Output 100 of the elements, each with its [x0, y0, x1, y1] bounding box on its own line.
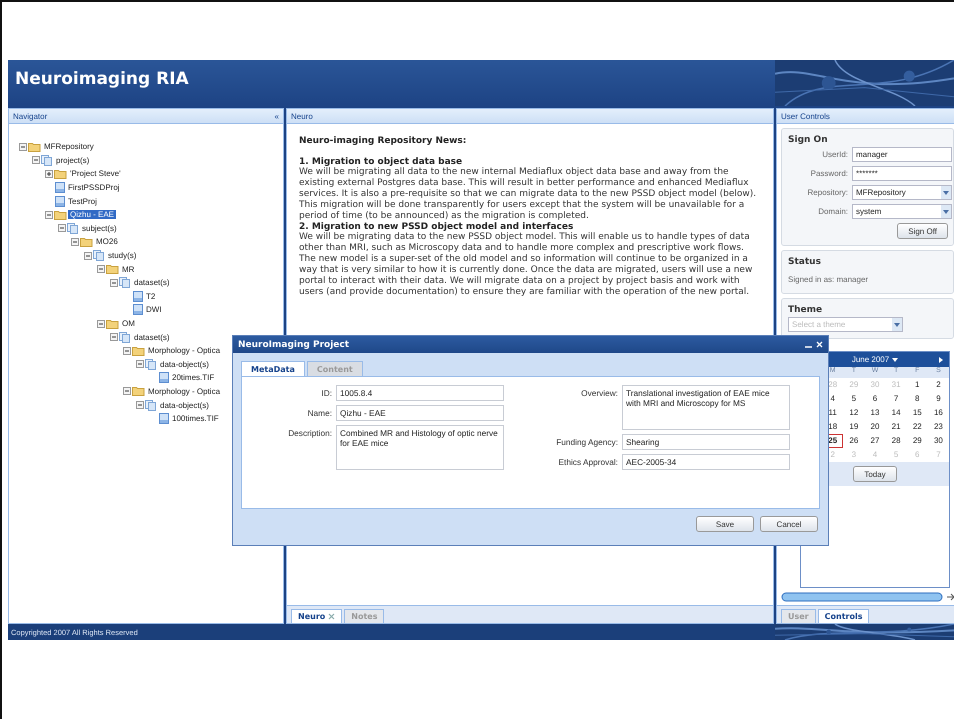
- month-picker[interactable]: June 2007: [852, 355, 890, 364]
- dropdown-icon[interactable]: [892, 358, 898, 362]
- calendar-day[interactable]: 27: [864, 434, 886, 448]
- tab[interactable]: Controls: [818, 609, 870, 623]
- calendar-day[interactable]: 6: [864, 392, 886, 406]
- tree-item[interactable]: dataset(s): [132, 332, 172, 342]
- tab[interactable]: Neuro: [291, 609, 342, 623]
- tree-item[interactable]: T2: [144, 292, 158, 301]
- document-icon: [55, 196, 65, 207]
- tree-item[interactable]: TestProj: [66, 196, 99, 206]
- tree-item[interactable]: dataset(s): [132, 278, 172, 288]
- tree-item[interactable]: MO26: [94, 237, 120, 246]
- calendar-day[interactable]: 29: [906, 434, 928, 448]
- section-title: Sign On: [788, 135, 829, 145]
- collapse-icon[interactable]: [136, 360, 144, 368]
- scroll-bar[interactable]: [781, 592, 954, 602]
- input-field[interactable]: AEC-2005-34: [622, 454, 790, 470]
- calendar-day[interactable]: 30: [928, 434, 949, 448]
- tree-item[interactable]: OM: [120, 319, 137, 328]
- tree-item[interactable]: 20times.TIF: [170, 373, 216, 382]
- calendar-day[interactable]: 16: [928, 406, 949, 420]
- documents-icon: [119, 277, 131, 288]
- collapse-icon[interactable]: [123, 387, 131, 396]
- sign-off-button[interactable]: Sign Off: [897, 223, 948, 239]
- calendar-day[interactable]: 26: [843, 434, 864, 448]
- collapse-icon[interactable]: [123, 346, 131, 355]
- tree-item[interactable]: subject(s): [80, 224, 119, 233]
- folder-icon: [106, 264, 119, 274]
- tree-item[interactable]: DWI: [144, 305, 164, 314]
- calendar-day[interactable]: 9: [928, 392, 949, 406]
- calendar-day[interactable]: 1: [906, 378, 928, 392]
- collapse-icon[interactable]: [136, 401, 144, 410]
- tree-item[interactable]: study(s): [106, 251, 138, 260]
- input-field[interactable]: 1005.8.4: [336, 385, 504, 401]
- calendar-day[interactable]: 2: [928, 378, 949, 392]
- folder-icon: [80, 236, 93, 247]
- documents-icon: [145, 358, 157, 370]
- field-label: Name:: [306, 407, 332, 420]
- panel-title: User Controls: [781, 112, 830, 120]
- input-field[interactable]: manager: [852, 147, 952, 162]
- field-label: Overview:: [580, 387, 618, 400]
- input-field[interactable]: Shearing: [622, 434, 790, 450]
- tree-item[interactable]: Morphology - Optica: [146, 346, 222, 356]
- input-field[interactable]: Qizhu - EAE: [336, 405, 504, 421]
- collapse-icon[interactable]: [45, 210, 53, 219]
- status-text: Signed in as: manager: [788, 275, 868, 284]
- select-field[interactable]: system: [852, 204, 952, 219]
- calendar-day[interactable]: 8: [906, 392, 928, 406]
- collapse-icon[interactable]: [71, 238, 79, 246]
- panel-title: Navigator: [13, 112, 48, 120]
- tree-item[interactable]: MFRepository: [42, 142, 96, 152]
- field-label: Funding Agency:: [555, 436, 618, 449]
- collapse-button[interactable]: «: [274, 112, 279, 120]
- news-subheading: 2. Migration to new PSSD object model and interfaces: [299, 222, 574, 232]
- field-label: UserId:: [821, 150, 848, 159]
- text-area[interactable]: Combined MR and Histology of optic nerve for EAE mice: [336, 425, 504, 470]
- dropdown-icon: [943, 190, 949, 194]
- today-button[interactable]: Today: [853, 466, 897, 482]
- tree-item[interactable]: data-object(s): [158, 360, 211, 369]
- tree-item[interactable]: Morphology - Optica: [146, 386, 222, 396]
- input-field[interactable]: *******: [852, 166, 952, 181]
- collapse-icon[interactable]: [84, 252, 92, 260]
- expand-icon[interactable]: [45, 170, 53, 178]
- save-button[interactable]: Save: [696, 516, 754, 532]
- collapse-icon[interactable]: [110, 278, 118, 287]
- collapse-icon[interactable]: [58, 224, 66, 232]
- tab[interactable]: MetaData: [241, 361, 305, 376]
- tree-item[interactable]: Qizhu - EAE: [68, 210, 116, 220]
- calendar-day[interactable]: 23: [928, 420, 949, 434]
- field-label: Repository:: [806, 188, 848, 197]
- calendar-day[interactable]: 12: [843, 406, 864, 420]
- calendar-day[interactable]: 14: [886, 406, 907, 420]
- collapse-icon[interactable]: [97, 320, 105, 328]
- select-field[interactable]: MFRepository: [852, 185, 952, 200]
- calendar-day[interactable]: 5: [843, 392, 864, 406]
- calendar-day[interactable]: 28: [886, 434, 907, 448]
- tree-item[interactable]: project(s): [54, 156, 92, 165]
- collapse-icon[interactable]: [110, 333, 118, 342]
- calendar-day[interactable]: 13: [864, 406, 886, 420]
- calendar-day[interactable]: 19: [843, 420, 864, 434]
- collapse-icon[interactable]: [97, 265, 105, 274]
- calendar-day[interactable]: 20: [864, 420, 886, 434]
- calendar-day[interactable]: 21: [886, 420, 907, 434]
- calendar-day[interactable]: 22: [906, 420, 928, 434]
- app-title: Neuroimaging RIA: [14, 68, 190, 91]
- text-area[interactable]: Translational investigation of EAE mice with MRI and Microscopy for MS: [622, 385, 790, 430]
- documents-icon: [41, 154, 53, 166]
- cancel-button[interactable]: Cancel: [760, 516, 818, 532]
- collapse-icon[interactable]: [19, 142, 27, 151]
- tree-item[interactable]: 100times.TIF: [170, 414, 221, 424]
- collapse-icon[interactable]: [32, 156, 40, 164]
- tree-item[interactable]: MR: [120, 264, 136, 274]
- calendar-day[interactable]: 15: [906, 406, 928, 420]
- tree-item[interactable]: FirstPSSDProj: [66, 183, 122, 192]
- next-month-icon[interactable]: [939, 356, 943, 362]
- document-icon: [133, 304, 143, 316]
- calendar-day[interactable]: 7: [886, 392, 907, 406]
- tree-item[interactable]: 'Project Steve': [68, 169, 123, 178]
- tree-item[interactable]: data-object(s): [158, 400, 211, 410]
- field-label: Description:: [287, 427, 332, 440]
